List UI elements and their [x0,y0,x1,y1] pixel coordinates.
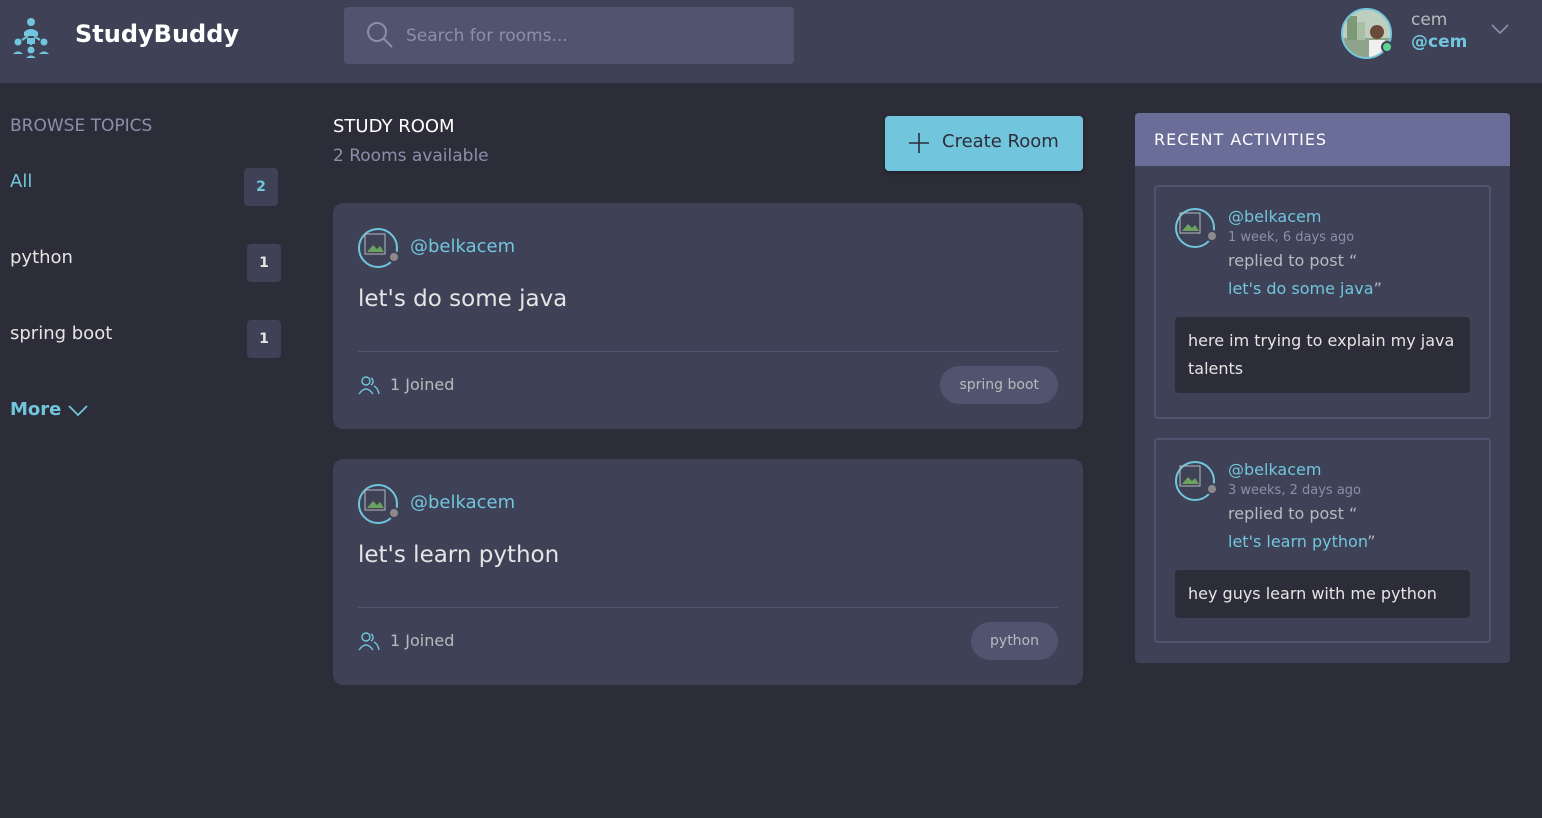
activity-item: @belkacem 3 weeks, 2 days ago replied to… [1154,438,1491,643]
activity-user-avatar[interactable] [1175,461,1215,501]
online-status-dot [1381,41,1393,53]
plus-icon [909,133,929,153]
room-card: @belkacem let's learn python 1 Joined py… [333,459,1083,685]
activity-message: here im trying to explain my java talent… [1175,317,1470,393]
browse-topics-title: BROWSE TOPICS [10,116,153,136]
activity-timestamp: 1 week, 6 days ago [1228,230,1355,245]
room-host-link[interactable]: @belkacem [410,236,515,257]
recent-activities-title: RECENT ACTIVITIES [1154,130,1328,149]
closing-quote: ” [1367,532,1376,551]
activity-post: let's learn python” [1228,532,1375,551]
chevron-down-icon[interactable] [67,403,89,417]
topic-all[interactable]: All [10,171,32,192]
activity-post: let's do some java” [1228,279,1382,298]
chevron-down-icon[interactable] [1490,22,1510,36]
search-input[interactable] [406,23,766,49]
brand-name[interactable]: StudyBuddy [75,20,239,48]
users-icon [358,632,380,651]
recent-activities-panel: RECENT ACTIVITIES @belkacem 1 week, 6 da… [1135,113,1510,663]
study-room-heading: STUDY ROOM [333,116,455,137]
activity-action-text: replied to post “ [1228,504,1358,523]
room-name-link[interactable]: let's do some java [358,286,567,312]
activity-user-avatar[interactable] [1175,208,1215,248]
recent-activities-header: RECENT ACTIVITIES [1135,113,1510,166]
offline-status-dot [388,251,400,263]
room-name-link[interactable]: let's learn python [358,542,559,568]
create-room-button[interactable]: Create Room [885,116,1083,171]
activity-post-link[interactable]: let's learn python [1228,532,1367,551]
top-navbar: StudyBuddy cem @cem [0,0,1542,83]
activity-user-link[interactable]: @belkacem [1228,460,1321,479]
room-topic-tag[interactable]: spring boot [940,366,1058,404]
more-topics-link[interactable]: More [10,399,61,420]
joined-count: 1 Joined [390,631,455,650]
room-search-bar[interactable] [344,7,794,64]
offline-status-dot [1206,230,1218,242]
create-room-label: Create Room [942,131,1059,152]
activity-message: hey guys learn with me python [1175,570,1470,618]
joined-count: 1 Joined [390,375,455,394]
search-icon [367,22,393,48]
topic-count-badge: 1 [247,320,281,358]
offline-status-dot [388,507,400,519]
activity-item: @belkacem 1 week, 6 days ago replied to … [1154,185,1491,419]
activity-timestamp: 3 weeks, 2 days ago [1228,483,1361,498]
user-name: cem [1411,10,1448,30]
topic-spring-boot[interactable]: spring boot [10,323,112,344]
activity-user-link[interactable]: @belkacem [1228,207,1321,226]
activity-post-link[interactable]: let's do some java [1228,279,1374,298]
closing-quote: ” [1373,279,1382,298]
studybuddy-logo-icon[interactable] [10,16,52,58]
card-divider [358,351,1058,352]
room-topic-tag[interactable]: python [971,622,1058,660]
users-icon [358,376,380,395]
room-host-link[interactable]: @belkacem [410,492,515,513]
user-handle[interactable]: @cem [1411,32,1467,52]
topic-python[interactable]: python [10,247,73,268]
room-card: @belkacem let's do some java 1 Joined sp… [333,203,1083,429]
offline-status-dot [1206,483,1218,495]
topic-count-badge: 1 [247,244,281,282]
activity-action-text: replied to post “ [1228,251,1358,270]
topic-count-badge: 2 [244,168,278,206]
rooms-available-count: 2 Rooms available [333,146,489,166]
card-divider [358,607,1058,608]
